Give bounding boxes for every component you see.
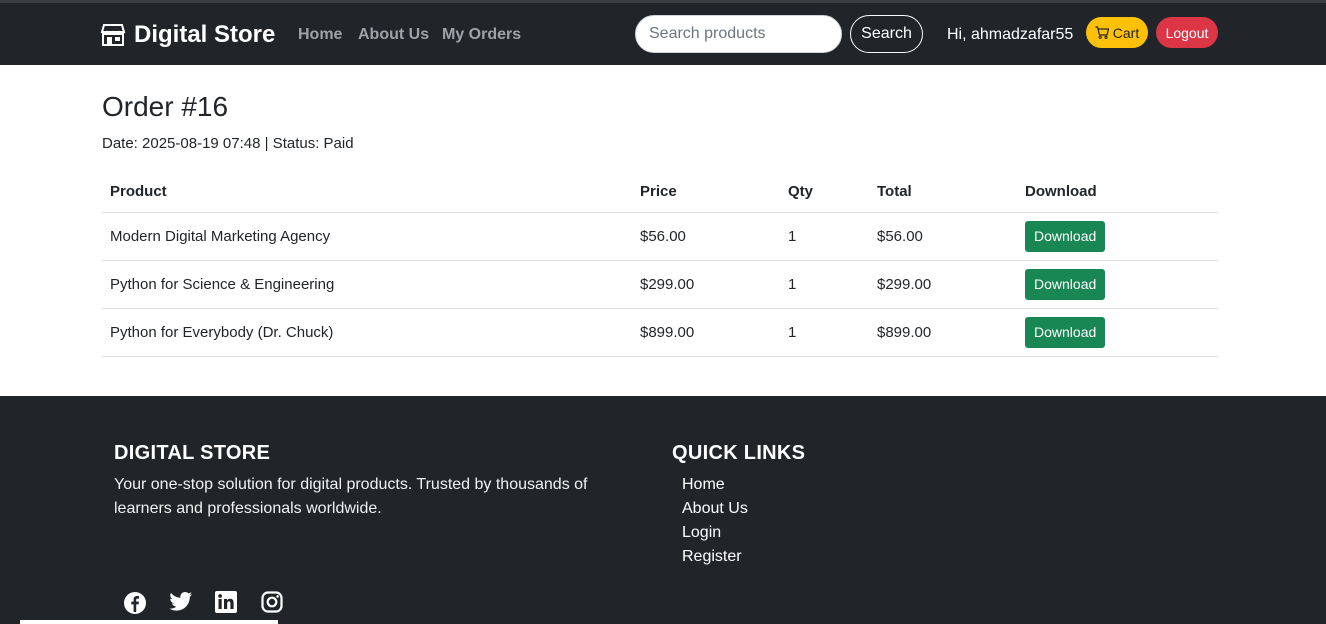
footer-description: Your one-stop solution for digital produ…: [114, 476, 588, 517]
nav-about-link[interactable]: About Us: [358, 26, 429, 44]
brand-link[interactable]: Digital Store: [100, 21, 275, 49]
download-button[interactable]: Download: [1025, 220, 1106, 252]
bottom-scroll-indicator: [20, 620, 278, 624]
twitter-icon[interactable]: [169, 591, 215, 620]
product-name: Python for Science & Engineering: [102, 260, 632, 309]
column-header-product: Product: [102, 172, 632, 213]
table-header-row: Product Price Qty Total Download: [102, 172, 1218, 213]
quick-links-list: Home About Us Login Register: [682, 473, 748, 569]
quick-links-heading: QUICK LINKS: [672, 442, 806, 464]
footer-link-login[interactable]: Login: [682, 524, 721, 541]
product-total: $899.00: [869, 308, 1017, 357]
footer-link-home[interactable]: Home: [682, 476, 725, 493]
download-button[interactable]: Download: [1025, 268, 1106, 300]
search-input[interactable]: [635, 15, 842, 53]
social-links: [123, 591, 307, 620]
user-greeting: Hi, ahmadzafar55: [947, 26, 1074, 43]
product-price: $299.00: [632, 260, 780, 309]
brand-name: Digital Store: [134, 21, 276, 48]
footer-link-about[interactable]: About Us: [682, 500, 748, 517]
order-meta: Date: 2025-08-19 07:48 | Status: Paid: [102, 135, 354, 152]
order-items-table: Product Price Qty Total Download Modern …: [102, 172, 1218, 357]
product-qty: 1: [780, 308, 869, 357]
navbar: Digital Store Home About Us My Orders Se…: [0, 0, 1326, 65]
product-name: Modern Digital Marketing Agency: [102, 212, 632, 261]
facebook-icon[interactable]: [123, 591, 169, 620]
product-qty: 1: [780, 212, 869, 261]
logout-button[interactable]: Logout: [1156, 17, 1218, 48]
footer-brand-heading: DIGITAL STORE: [114, 442, 271, 464]
table-row: Python for Science & Engineering $299.00…: [102, 260, 1218, 309]
nav-home-link[interactable]: Home: [298, 26, 342, 44]
product-price: $899.00: [632, 308, 780, 357]
product-total: $56.00: [869, 212, 1017, 261]
column-header-download: Download: [1017, 172, 1218, 213]
product-price: $56.00: [632, 212, 780, 261]
cart-button[interactable]: Cart: [1086, 17, 1148, 48]
cart-label: Cart: [1112, 24, 1140, 41]
product-name: Python for Everybody (Dr. Chuck): [102, 308, 632, 357]
instagram-icon[interactable]: [261, 591, 307, 620]
column-header-price: Price: [632, 172, 780, 213]
cart-icon: [1095, 26, 1109, 39]
linkedin-icon[interactable]: [215, 591, 261, 620]
product-qty: 1: [780, 260, 869, 309]
table-row: Python for Everybody (Dr. Chuck) $899.00…: [102, 308, 1218, 357]
column-header-qty: Qty: [780, 172, 869, 213]
order-title: Order #16: [102, 91, 229, 122]
nav-my-orders-link[interactable]: My Orders: [442, 26, 521, 44]
shop-icon: [100, 24, 126, 46]
column-header-total: Total: [869, 172, 1017, 213]
footer-link-register[interactable]: Register: [682, 548, 742, 565]
download-button[interactable]: Download: [1025, 316, 1106, 348]
product-total: $299.00: [869, 260, 1017, 309]
search-button[interactable]: Search: [850, 15, 923, 53]
table-row: Modern Digital Marketing Agency $56.00 1…: [102, 212, 1218, 261]
footer: DIGITAL STORE Your one-stop solution for…: [0, 396, 1326, 624]
